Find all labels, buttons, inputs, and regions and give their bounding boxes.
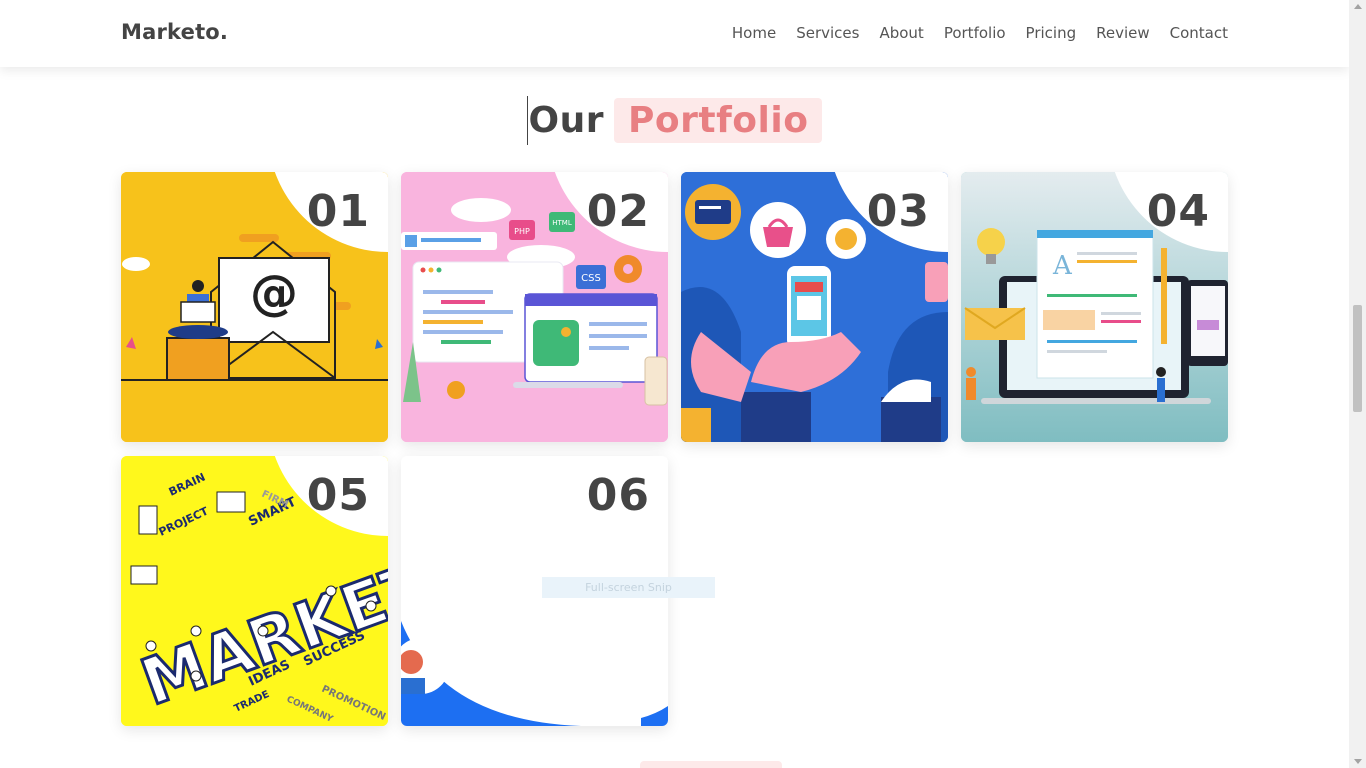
main-nav: Home Services About Portfolio Pricing Re… bbox=[732, 24, 1228, 42]
logo[interactable]: Marketo. bbox=[121, 20, 228, 44]
section-heading: Our Portfolio bbox=[0, 96, 1349, 145]
nav-pricing[interactable]: Pricing bbox=[1026, 24, 1077, 42]
scroll-up-arrow-icon[interactable] bbox=[1354, 4, 1362, 9]
portfolio-card-03[interactable]: 03 bbox=[681, 172, 948, 442]
next-section-heading-pill bbox=[640, 761, 782, 768]
svg-text:PHP: PHP bbox=[514, 227, 530, 236]
nav-home[interactable]: Home bbox=[732, 24, 776, 42]
heading-word-portfolio: Portfolio bbox=[614, 98, 823, 143]
svg-text:@: @ bbox=[250, 265, 298, 321]
page-scrollbar[interactable] bbox=[1349, 0, 1366, 768]
svg-text:CSS: CSS bbox=[581, 273, 601, 284]
nav-about[interactable]: About bbox=[879, 24, 923, 42]
card-number: 05 bbox=[306, 470, 370, 521]
card-number: 06 bbox=[586, 470, 650, 521]
card-number: 03 bbox=[866, 186, 930, 237]
text-caret bbox=[526, 96, 528, 145]
portfolio-card-02[interactable]: PHP HTML CSS 02 bbox=[401, 172, 668, 442]
nav-review[interactable]: Review bbox=[1096, 24, 1150, 42]
page: Marketo. Home Services About Portfolio P… bbox=[0, 0, 1349, 768]
scrollbar-thumb[interactable] bbox=[1353, 305, 1362, 412]
full-screen-snip-tooltip: Full-screen Snip bbox=[542, 577, 715, 598]
nav-contact[interactable]: Contact bbox=[1170, 24, 1228, 42]
nav-services[interactable]: Services bbox=[796, 24, 859, 42]
card-number: 04 bbox=[1146, 186, 1210, 237]
portfolio-card-05[interactable]: MARKET BRAIN PROJECT SMART FIRM IDEAS SU… bbox=[121, 456, 388, 726]
svg-text:A: A bbox=[1052, 251, 1073, 281]
scroll-down-arrow-icon[interactable] bbox=[1354, 759, 1362, 764]
nav-portfolio[interactable]: Portfolio bbox=[944, 24, 1006, 42]
svg-text:HTML: HTML bbox=[552, 219, 572, 227]
portfolio-card-01[interactable]: @ 01 bbox=[121, 172, 388, 442]
heading-word-our: Our bbox=[528, 100, 605, 141]
portfolio-card-04[interactable]: A 04 bbox=[961, 172, 1228, 442]
card-number: 02 bbox=[586, 186, 650, 237]
card-number: 01 bbox=[306, 186, 370, 237]
site-header: Marketo. Home Services About Portfolio P… bbox=[0, 0, 1349, 67]
